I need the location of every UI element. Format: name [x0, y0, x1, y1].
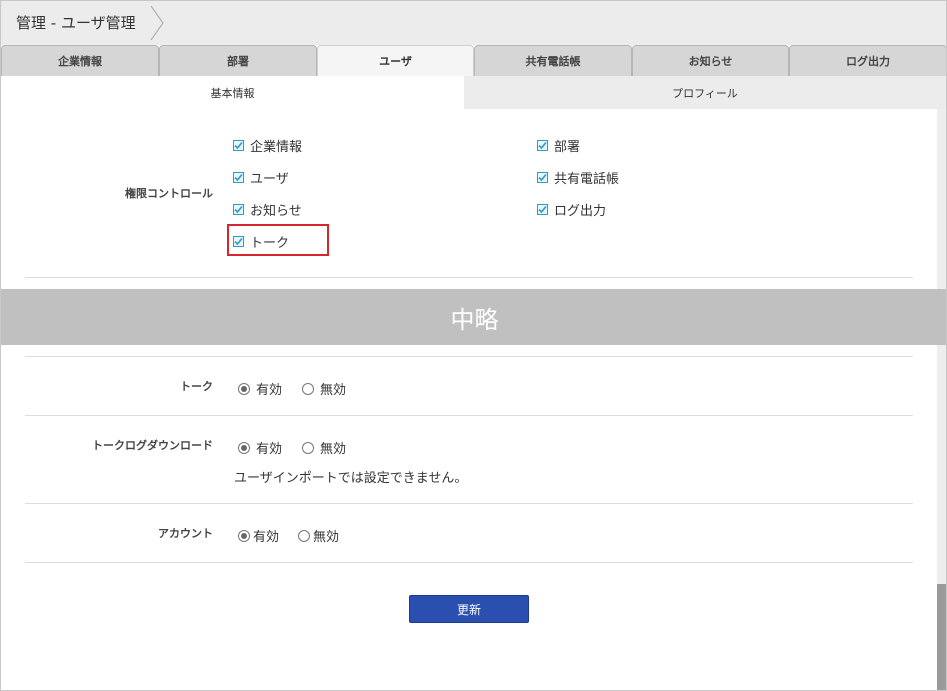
permissions-label: 権限コントロール	[125, 187, 213, 200]
perm-checkbox-company-info[interactable]: 企業情報	[233, 136, 302, 155]
radio-unselected-icon	[302, 441, 314, 454]
omission-band: 中略	[1, 289, 946, 345]
account-enabled-radio[interactable]: 有効	[238, 526, 279, 545]
subtab-profile[interactable]: プロフィール	[464, 76, 946, 109]
perm-label: お知らせ	[250, 204, 302, 219]
perm-label: 企業情報	[250, 140, 303, 155]
tab-announcements[interactable]: お知らせ	[632, 45, 789, 76]
radio-label: 有効	[253, 530, 280, 545]
talk-log-disabled-radio[interactable]: 無効	[302, 438, 346, 457]
checkbox-checked-icon	[233, 140, 244, 151]
checkbox-checked-icon	[233, 204, 244, 215]
main-tabs: 企業情報 部署 ユーザ 共有電話帳 お知らせ ログ出力	[1, 45, 946, 76]
checkbox-checked-icon	[537, 140, 548, 151]
tab-shared-phonebook[interactable]: 共有電話帳	[474, 45, 632, 76]
scrollbar-thumb[interactable]	[937, 584, 946, 690]
tab-users[interactable]: ユーザ	[317, 45, 474, 76]
account-setting-label: アカウント	[158, 527, 213, 540]
radio-selected-icon	[238, 441, 250, 454]
account-disabled-radio[interactable]: 無効	[298, 526, 339, 545]
breadcrumb-chevron-icon	[150, 5, 164, 41]
checkbox-checked-icon	[537, 172, 548, 183]
radio-label: 有効	[256, 383, 283, 398]
talk-enabled-radio[interactable]: 有効	[238, 379, 282, 398]
radio-label: 無効	[320, 442, 347, 457]
checkbox-checked-icon	[537, 204, 548, 215]
highlight-box	[227, 224, 329, 256]
section-divider	[25, 277, 913, 278]
radio-selected-icon	[238, 382, 250, 395]
tab-log-output[interactable]: ログ出力	[789, 45, 946, 76]
perm-checkbox-departments[interactable]: 部署	[537, 136, 580, 155]
update-button[interactable]: 更新	[409, 595, 529, 623]
talk-log-enabled-radio[interactable]: 有効	[238, 438, 282, 457]
breadcrumb-bar: 管理 - ユーザ管理	[1, 1, 946, 45]
radio-unselected-icon	[302, 382, 314, 395]
tab-company-info[interactable]: 企業情報	[1, 45, 159, 76]
import-note: ユーザインポートでは設定できません。	[234, 471, 468, 486]
radio-selected-icon	[238, 529, 250, 542]
user-admin-window: 管理 - ユーザ管理 企業情報 部署 ユーザ 共有電話帳 お知らせ ログ出力 基…	[0, 0, 947, 691]
radio-unselected-icon	[298, 529, 310, 542]
perm-label: 共有電話帳	[554, 172, 620, 187]
sub-tabs: 基本情報 プロフィール	[1, 76, 946, 109]
section-divider	[25, 562, 913, 563]
talk-log-download-label: トークログダウンロード	[92, 439, 213, 452]
section-divider	[25, 503, 913, 504]
breadcrumb-title: 管理 - ユーザ管理	[16, 14, 136, 32]
subtab-basic-info[interactable]: 基本情報	[1, 76, 464, 109]
section-divider	[25, 415, 913, 416]
talk-disabled-radio[interactable]: 無効	[302, 379, 346, 398]
checkbox-checked-icon	[233, 172, 244, 183]
section-divider	[25, 356, 913, 357]
radio-label: 無効	[313, 530, 340, 545]
perm-label: 部署	[554, 140, 581, 155]
talk-setting-label: トーク	[180, 380, 213, 393]
perm-checkbox-log-output[interactable]: ログ出力	[537, 200, 606, 219]
perm-label: ユーザ	[250, 172, 289, 187]
perm-checkbox-announcements[interactable]: お知らせ	[233, 200, 302, 219]
perm-label: ログ出力	[554, 204, 607, 219]
perm-checkbox-shared-phonebook[interactable]: 共有電話帳	[537, 168, 619, 187]
radio-label: 無効	[320, 383, 347, 398]
perm-checkbox-users[interactable]: ユーザ	[233, 168, 289, 187]
radio-label: 有効	[256, 442, 283, 457]
tab-departments[interactable]: 部署	[159, 45, 317, 76]
